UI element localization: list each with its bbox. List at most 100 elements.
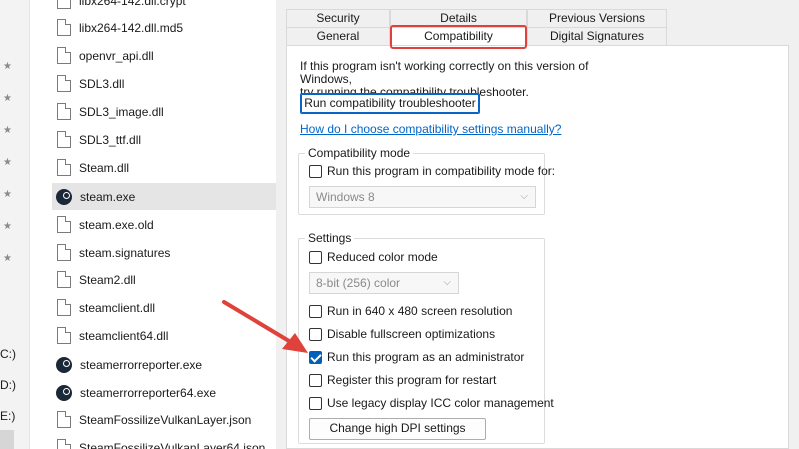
tab-security[interactable]: Security xyxy=(286,9,390,27)
register-restart-checkbox[interactable] xyxy=(309,373,322,387)
legacy-icc-checkbox[interactable] xyxy=(309,396,322,410)
file-name: SDL3_ttf.dll xyxy=(79,132,142,147)
chevron-down-icon: ⌵ xyxy=(520,191,528,202)
file-name: openvr_api.dll xyxy=(79,48,154,63)
properties-dialog: Security Details Previous Versions Gener… xyxy=(278,0,799,449)
drive-e[interactable]: E:) xyxy=(0,409,15,423)
tab-compatibility[interactable]: Compatibility xyxy=(390,27,527,45)
compatibility-mode-group: Compatibility mode Run this program in c… xyxy=(298,146,555,215)
file-list-item[interactable]: steamerrorreporter.exe xyxy=(52,351,276,378)
color-depth-select[interactable]: 8-bit (256) color ⌵ xyxy=(309,272,459,294)
pin-icon[interactable]: ★ xyxy=(3,94,13,104)
file-name: Steam2.dll xyxy=(79,272,136,287)
tab-row-bottom: General Compatibility Digital Signatures xyxy=(286,27,667,45)
fullscreen-opt-label: Disable fullscreen optimizations xyxy=(327,327,496,341)
pin-icon[interactable]: ★ xyxy=(3,222,13,232)
file-name: SteamFossilizeVulkanLayer.json xyxy=(79,412,252,427)
file-list-item[interactable]: Steam2.dll xyxy=(52,266,276,293)
legacy-icc-row[interactable]: Use legacy display ICC color management xyxy=(309,396,554,410)
file-list-item[interactable]: SteamFossilizeVulkanLayer.json xyxy=(52,406,276,433)
steam-icon xyxy=(56,384,72,401)
file-name: steamerrorreporter64.exe xyxy=(80,385,217,400)
tab-digital-signatures[interactable]: Digital Signatures xyxy=(527,27,667,45)
pin-icon[interactable]: ★ xyxy=(3,126,13,136)
pin-icon[interactable]: ★ xyxy=(3,254,13,264)
file-icon xyxy=(57,411,71,428)
chevron-down-icon: ⌵ xyxy=(443,277,451,288)
file-list-item[interactable]: Steam.dll xyxy=(52,154,276,181)
os-select[interactable]: Windows 8 ⌵ xyxy=(309,186,536,208)
file-name: Steam.dll xyxy=(79,160,130,175)
file-name: SDL3.dll xyxy=(79,76,125,91)
file-list-item[interactable]: steamerrorreporter64.exe xyxy=(52,379,276,406)
file-list-item[interactable]: steam.signatures xyxy=(52,239,276,266)
compat-mode-row[interactable]: Run this program in compatibility mode f… xyxy=(309,164,555,178)
change-dpi-button[interactable]: Change high DPI settings xyxy=(309,418,486,440)
fullscreen-opt-row[interactable]: Disable fullscreen optimizations xyxy=(309,327,495,341)
file-name: SDL3_image.dll xyxy=(79,104,164,119)
file-list-item[interactable]: steamclient.dll xyxy=(52,294,276,321)
register-restart-row[interactable]: Register this program for restart xyxy=(309,373,496,387)
file-icon xyxy=(57,299,71,316)
drive-d[interactable]: D:) xyxy=(0,378,16,392)
file-list-item[interactable]: steam.exe.old xyxy=(52,211,276,238)
reduced-color-label: Reduced color mode xyxy=(327,250,438,264)
reduced-color-checkbox[interactable] xyxy=(309,250,322,264)
file-icon xyxy=(57,19,71,36)
tab-row-top: Security Details Previous Versions xyxy=(286,9,667,27)
pin-icon[interactable]: ★ xyxy=(3,190,13,200)
register-restart-label: Register this program for restart xyxy=(327,373,497,387)
compat-mode-label: Run this program in compatibility mode f… xyxy=(327,164,556,178)
file-name: steam.signatures xyxy=(79,245,171,260)
tab-general[interactable]: General xyxy=(286,27,390,45)
tab-previous-versions[interactable]: Previous Versions xyxy=(527,9,667,27)
navigation-pane: ★ ★ ★ ★ ★ ★ ★ C:) D:) E:) xyxy=(0,0,30,449)
res-640-row[interactable]: Run in 640 x 480 screen resolution xyxy=(309,304,512,318)
file-icon xyxy=(57,216,71,233)
tab-details[interactable]: Details xyxy=(390,9,527,27)
file-icon xyxy=(57,103,71,120)
file-name: steamclient.dll xyxy=(79,300,156,315)
file-icon xyxy=(57,327,71,344)
run-admin-label: Run this program as an administrator xyxy=(327,350,525,364)
fullscreen-opt-checkbox[interactable] xyxy=(309,327,322,341)
file-list-item[interactable]: steamclient64.dll xyxy=(52,322,276,349)
file-list-item[interactable]: libx264-142.dll.crypt xyxy=(52,0,276,14)
steam-icon xyxy=(56,188,72,205)
pin-icon[interactable]: ★ xyxy=(3,158,13,168)
legacy-icc-label: Use legacy display ICC color management xyxy=(327,396,554,410)
pin-icon[interactable]: ★ xyxy=(3,62,13,72)
file-list-item[interactable]: libx264-142.dll.md5 xyxy=(52,14,276,41)
file-list-item[interactable]: steam.exe xyxy=(52,183,276,210)
color-depth-value: 8-bit (256) color xyxy=(316,276,401,290)
os-select-value: Windows 8 xyxy=(316,190,375,204)
file-list-item[interactable]: openvr_api.dll xyxy=(52,42,276,69)
file-icon xyxy=(57,244,71,261)
reduced-color-row[interactable]: Reduced color mode xyxy=(309,250,438,264)
run-troubleshooter-button[interactable]: Run compatibility troubleshooter xyxy=(300,93,480,114)
file-name: libx264-142.dll.md5 xyxy=(79,20,184,35)
info-line-1: If this program isn't working correctly … xyxy=(300,59,589,86)
file-list-item[interactable]: SDL3_image.dll xyxy=(52,98,276,125)
settings-title: Settings xyxy=(305,231,355,245)
file-icon xyxy=(57,271,71,288)
file-icon xyxy=(57,0,71,9)
file-name: steamerrorreporter.exe xyxy=(80,357,203,372)
file-icon xyxy=(57,75,71,92)
file-name: steamclient64.dll xyxy=(79,328,169,343)
nav-scrollbar[interactable] xyxy=(0,430,14,449)
file-list: libx264-142.dll.crypt libx264-142.dll.md5… xyxy=(52,0,276,449)
file-list-item[interactable]: SDL3_ttf.dll xyxy=(52,126,276,153)
file-icon xyxy=(57,47,71,64)
file-name: steam.exe.old xyxy=(79,217,154,232)
manual-settings-link[interactable]: How do I choose compatibility settings m… xyxy=(300,122,561,136)
res-640-checkbox[interactable] xyxy=(309,304,322,318)
file-list-item[interactable]: SDL3.dll xyxy=(52,70,276,97)
drive-c[interactable]: C:) xyxy=(0,347,16,361)
compat-mode-checkbox[interactable] xyxy=(309,164,322,178)
run-admin-checkbox[interactable] xyxy=(309,350,322,364)
file-list-item[interactable]: SteamFossilizeVulkanLayer64.json xyxy=(52,434,276,449)
run-admin-row[interactable]: Run this program as an administrator xyxy=(309,350,524,364)
res-640-label: Run in 640 x 480 screen resolution xyxy=(327,304,513,318)
file-name: libx264-142.dll.crypt xyxy=(79,0,186,8)
